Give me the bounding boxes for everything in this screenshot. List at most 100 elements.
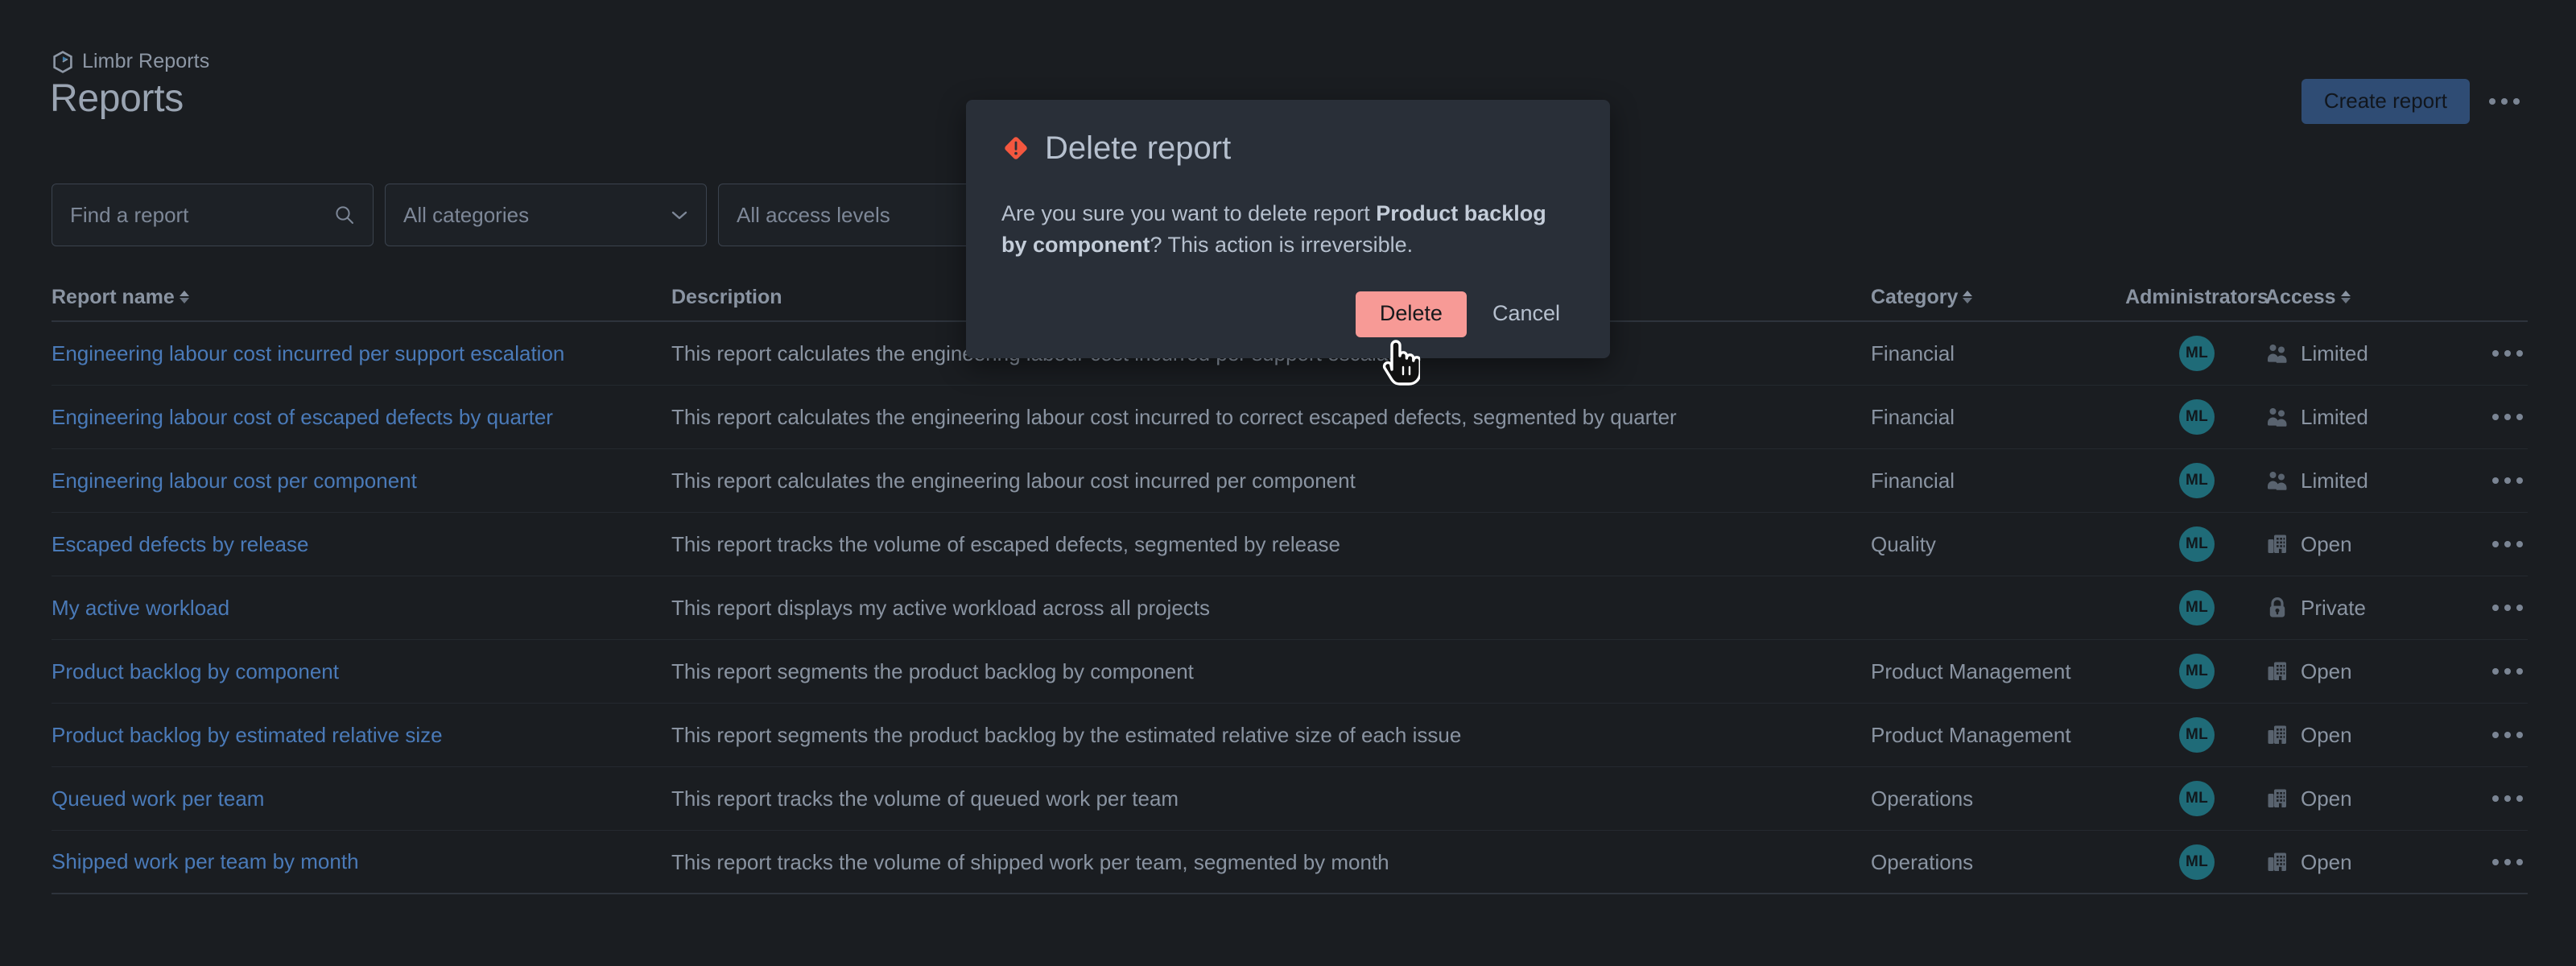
report-access-cell: Open [2265, 786, 2450, 811]
breadcrumb[interactable]: Limbr Reports [52, 50, 209, 73]
page-more-actions-button[interactable] [2481, 79, 2528, 124]
dialog-title: Delete report [1045, 130, 1232, 166]
report-description-cell: This report displays my active workload … [671, 596, 1211, 620]
avatar[interactable]: ML [2179, 399, 2215, 435]
confirm-delete-button[interactable]: Delete [1355, 291, 1467, 338]
table-row[interactable]: Product backlog by component This report … [52, 640, 2528, 704]
dialog-message-suffix: ? This action is irreversible. [1150, 233, 1414, 258]
header-actions: Create report [2301, 79, 2528, 124]
avatar[interactable]: ML [2179, 336, 2215, 371]
people-group-icon [2265, 405, 2289, 429]
avatar[interactable]: ML [2179, 590, 2215, 625]
column-header-category[interactable]: Category [1871, 287, 2128, 308]
table-row[interactable]: Engineering labour cost per component Thi… [52, 449, 2528, 513]
row-more-actions-button[interactable] [2487, 724, 2528, 746]
report-description-cell: This report tracks the volume of queued … [671, 786, 1179, 811]
column-header-access-label: Access [2265, 285, 2336, 308]
table-row[interactable]: My active workload This report displays m… [52, 576, 2528, 640]
table-row[interactable]: Product backlog by estimated relative si… [52, 704, 2528, 767]
report-name-cell: Escaped defects by release [52, 534, 671, 555]
search-input[interactable]: Find a report [52, 184, 374, 246]
row-more-actions-button[interactable] [2487, 533, 2528, 555]
report-name-link[interactable]: Engineering labour cost per component [52, 469, 417, 493]
report-category-cell: Financial [1871, 469, 1955, 493]
table-row[interactable]: Engineering labour cost of escaped defec… [52, 386, 2528, 449]
report-name-cell: Engineering labour cost of escaped defec… [52, 407, 671, 428]
table-row[interactable]: Escaped defects by release This report tr… [52, 513, 2528, 576]
report-name-link[interactable]: My active workload [52, 596, 229, 620]
table-row[interactable]: Shipped work per team by month This repor… [52, 831, 2528, 894]
cancel-button[interactable]: Cancel [1478, 291, 1575, 337]
avatar[interactable]: ML [2179, 463, 2215, 498]
dialog-header: Delete report [1001, 132, 1575, 164]
row-more-actions-button[interactable] [2487, 597, 2528, 619]
page-title: Reports [50, 77, 184, 120]
avatar[interactable]: ML [2179, 654, 2215, 689]
report-access-cell: Open [2265, 659, 2450, 683]
people-group-icon [2265, 341, 2289, 365]
report-name-link[interactable]: Engineering labour cost incurred per sup… [52, 341, 564, 365]
report-access-cell: Private [2265, 596, 2450, 620]
report-name-link[interactable]: Product backlog by estimated relative si… [52, 723, 443, 747]
report-access-cell: Limited [2265, 469, 2450, 493]
report-actions-cell [2450, 660, 2528, 683]
create-report-button[interactable]: Create report [2301, 79, 2470, 124]
report-administrators-cell: ML [2128, 399, 2265, 435]
access-label: Limited [2301, 469, 2368, 493]
category-filter-select[interactable]: All categories [385, 184, 707, 246]
access-label: Private [2301, 596, 2366, 620]
access-label: Open [2301, 532, 2352, 556]
report-administrators-cell: ML [2128, 844, 2265, 880]
table-row[interactable]: Queued work per team This report tracks t… [52, 767, 2528, 831]
avatar[interactable]: ML [2179, 526, 2215, 562]
report-description-cell: This report calculates the engineering l… [671, 469, 1356, 493]
column-header-access[interactable]: Access [2265, 287, 2450, 308]
avatar[interactable]: ML [2179, 844, 2215, 880]
access-label: Open [2301, 723, 2352, 747]
building-icon [2265, 786, 2289, 811]
sort-icon [1963, 291, 1973, 303]
report-name-link[interactable]: Queued work per team [52, 786, 264, 811]
report-access-cell: Open [2265, 532, 2450, 556]
breadcrumb-label: Limbr Reports [82, 50, 210, 72]
access-filter-value: All access levels [737, 203, 890, 227]
column-header-administrators-label: Administrators [2125, 285, 2268, 308]
report-administrators-cell: ML [2128, 463, 2265, 498]
column-header-category-label: Category [1871, 285, 1959, 308]
access-label: Open [2301, 786, 2352, 811]
filter-bar: Find a report All categories All access … [52, 184, 1040, 246]
building-icon [2265, 659, 2289, 683]
row-more-actions-button[interactable] [2487, 469, 2528, 492]
row-more-actions-button[interactable] [2487, 851, 2528, 873]
column-header-report-name[interactable]: Report name [52, 287, 671, 308]
report-name-link[interactable]: Shipped work per team by month [52, 849, 359, 873]
row-more-actions-button[interactable] [2487, 342, 2528, 365]
report-administrators-cell: ML [2128, 526, 2265, 562]
search-placeholder: Find a report [70, 203, 189, 227]
report-name-cell: Engineering labour cost per component [52, 470, 671, 492]
report-name-link[interactable]: Escaped defects by release [52, 532, 308, 556]
report-name-link[interactable]: Product backlog by component [52, 659, 339, 683]
report-name-cell: Queued work per team [52, 788, 671, 810]
report-category-cell: Financial [1871, 405, 1955, 429]
report-name-cell: Product backlog by estimated relative si… [52, 724, 671, 746]
report-description-cell: This report calculates the engineering l… [671, 405, 1677, 429]
avatar[interactable]: ML [2179, 717, 2215, 753]
report-category-cell: Operations [1871, 786, 1974, 811]
report-administrators-cell: ML [2128, 717, 2265, 753]
report-description-cell: This report tracks the volume of shipped… [671, 849, 1389, 874]
access-label: Open [2301, 849, 2352, 874]
chevron-down-icon [671, 209, 688, 221]
row-more-actions-button[interactable] [2487, 406, 2528, 428]
lock-icon [2265, 596, 2289, 620]
report-name-link[interactable]: Engineering labour cost of escaped defec… [52, 405, 553, 429]
row-more-actions-button[interactable] [2487, 660, 2528, 683]
ellipsis-icon [2489, 98, 2520, 105]
avatar[interactable]: ML [2179, 781, 2215, 816]
row-more-actions-button[interactable] [2487, 787, 2528, 810]
report-actions-cell [2450, 406, 2528, 428]
report-administrators-cell: ML [2128, 654, 2265, 689]
report-actions-cell [2450, 724, 2528, 746]
report-actions-cell [2450, 533, 2528, 555]
report-actions-cell [2450, 342, 2528, 365]
